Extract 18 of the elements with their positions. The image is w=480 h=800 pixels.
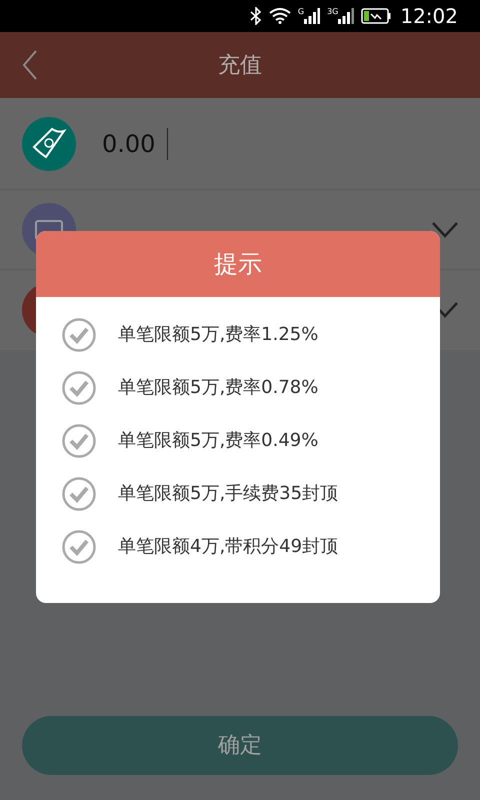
option-item[interactable]: 单笔限额5万,手续费35封顶 bbox=[36, 467, 440, 520]
page-title: 充值 bbox=[218, 52, 262, 80]
option-item[interactable]: 单笔限额5万,费率0.78% bbox=[36, 361, 440, 414]
dialog-title: 提示 bbox=[214, 249, 262, 280]
money-icon bbox=[22, 116, 76, 170]
bluetooth-icon bbox=[250, 7, 262, 25]
network-label: 3G bbox=[327, 8, 338, 16]
back-icon bbox=[22, 50, 38, 80]
signal-icon bbox=[338, 8, 354, 24]
clock-time: 12:02 bbox=[400, 3, 458, 30]
option-item[interactable]: 单笔限额5万,费率1.25% bbox=[36, 308, 440, 361]
option-item[interactable]: 单笔限额5万,费率0.49% bbox=[36, 414, 440, 467]
chevron-down-icon bbox=[432, 222, 458, 238]
network-label: G bbox=[298, 8, 304, 16]
option-item[interactable]: 单笔限额4万,带积分49封顶 bbox=[36, 520, 440, 573]
wifi-icon bbox=[268, 8, 291, 24]
battery-icon bbox=[361, 8, 392, 24]
signal-icon bbox=[304, 8, 320, 24]
